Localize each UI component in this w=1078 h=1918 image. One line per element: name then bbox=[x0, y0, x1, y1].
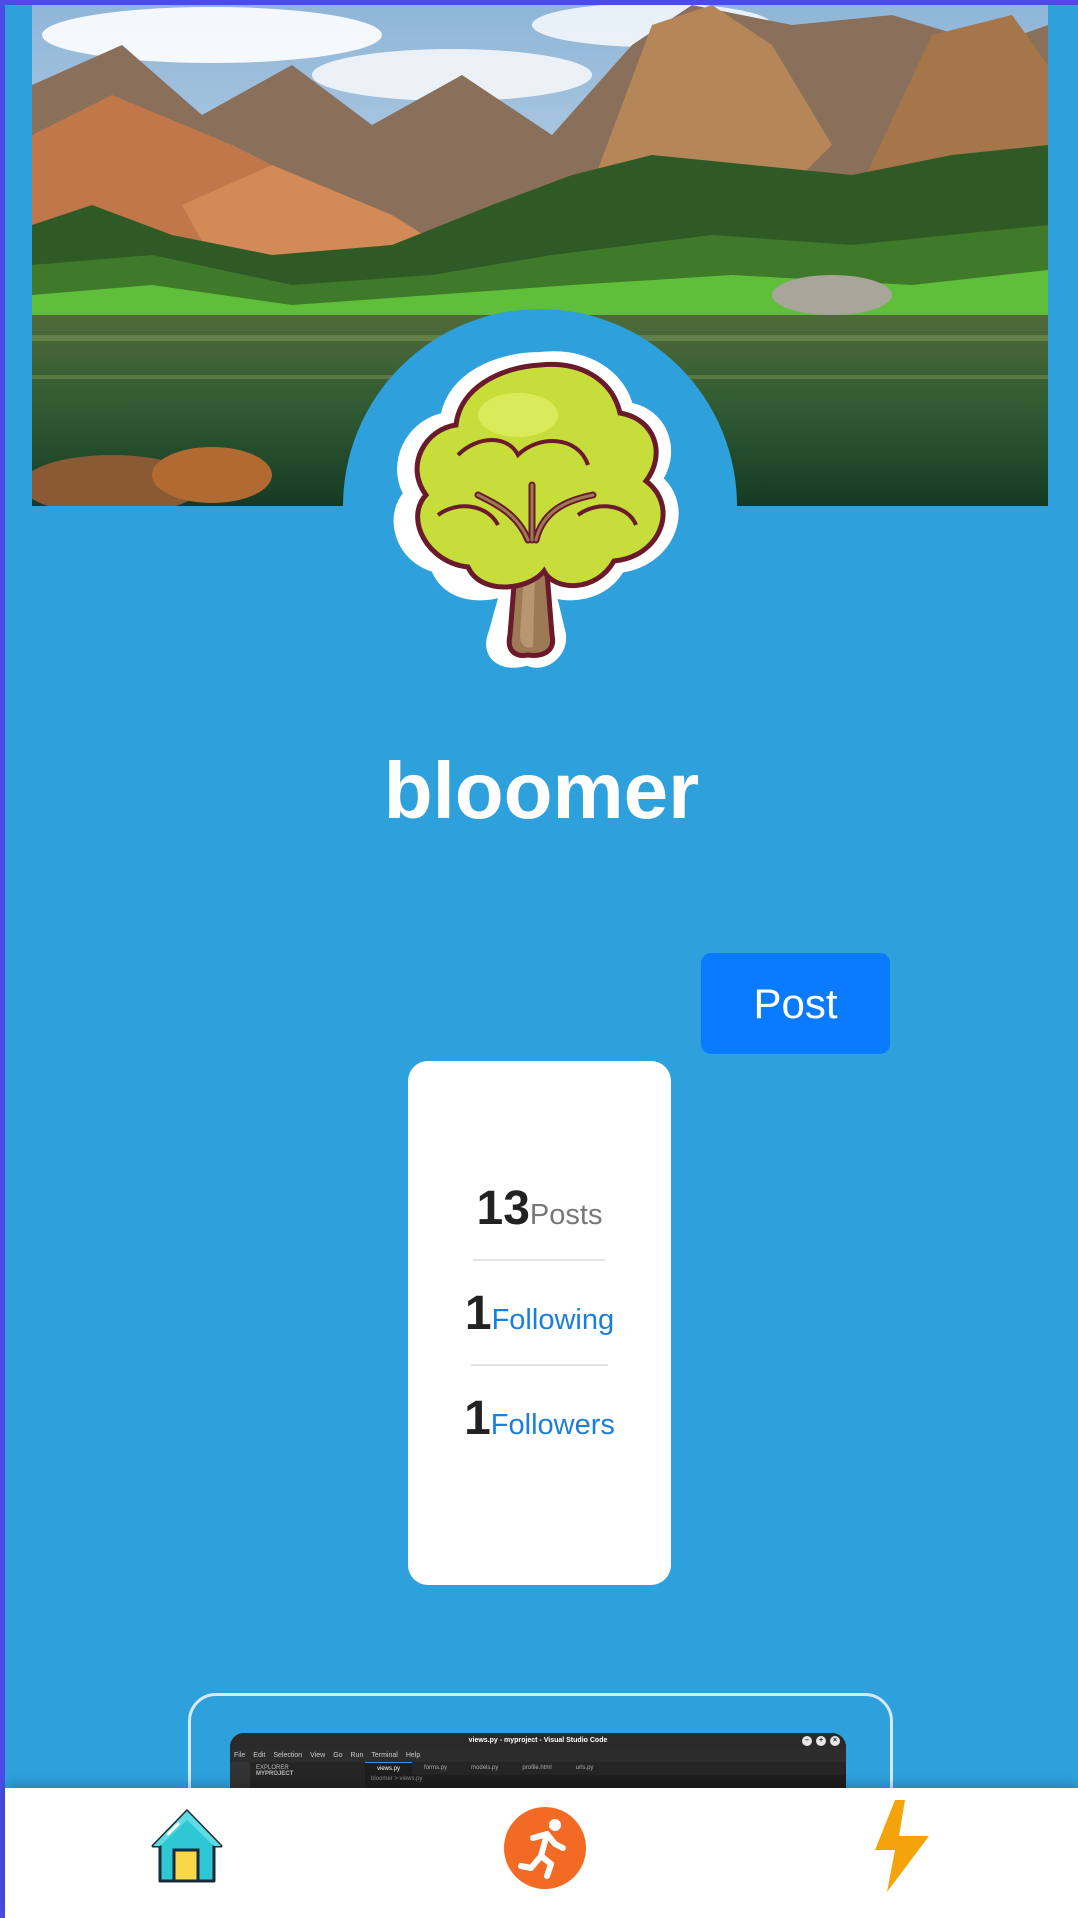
vscode-menu-item: Selection bbox=[273, 1752, 303, 1759]
posts-label: Posts bbox=[529, 1199, 603, 1231]
lightning-bolt-icon[interactable] bbox=[873, 1800, 931, 1892]
vscode-menubar: File Edit Selection View Go Run Terminal… bbox=[230, 1749, 846, 1762]
minimize-icon: – bbox=[802, 1736, 812, 1746]
vscode-menu-item: View bbox=[310, 1752, 326, 1759]
editor-tab: models.py bbox=[471, 1765, 499, 1771]
bottom-nav bbox=[5, 1788, 1078, 1918]
following-count: 1 bbox=[464, 1287, 492, 1340]
avatar[interactable] bbox=[368, 335, 712, 679]
vscode-titlebar: views.py - myproject - Visual Studio Cod… bbox=[230, 1733, 846, 1749]
editor-breadcrumb: bloomer > views.py bbox=[371, 1776, 423, 1782]
profile-username: bloomer bbox=[383, 746, 700, 835]
vscode-window-title: views.py - myproject - Visual Studio Cod… bbox=[468, 1737, 608, 1744]
stats-divider bbox=[473, 1259, 605, 1261]
maximize-icon: + bbox=[816, 1736, 826, 1746]
project-label: MYPROJECT bbox=[256, 1771, 294, 1777]
stat-following[interactable]: 1 Following bbox=[408, 1286, 671, 1341]
vscode-menu-item: File bbox=[234, 1752, 246, 1759]
editor-tab: forms.py bbox=[424, 1765, 448, 1771]
vscode-menu-item: Go bbox=[333, 1752, 343, 1759]
followers-link[interactable]: Followers bbox=[491, 1409, 615, 1442]
running-person-icon[interactable] bbox=[503, 1806, 587, 1890]
home-icon[interactable] bbox=[150, 1808, 224, 1884]
stats-card: 13 Posts 1 Following 1 Followers bbox=[408, 1061, 671, 1585]
close-icon: × bbox=[830, 1736, 840, 1746]
vscode-menu-item: Help bbox=[405, 1752, 421, 1759]
vscode-menu-item: Terminal bbox=[371, 1752, 398, 1759]
post-button[interactable]: Post bbox=[701, 953, 890, 1054]
stats-divider bbox=[471, 1364, 608, 1366]
stat-posts: 13 Posts bbox=[408, 1181, 671, 1236]
vscode-menu-item: Run bbox=[350, 1752, 364, 1759]
editor-tab: views.py bbox=[365, 1762, 413, 1775]
profile-page: bloomer Post 13 Posts 1 Following 1 Foll… bbox=[5, 5, 1078, 1918]
editor-tab: profile.html bbox=[522, 1765, 552, 1771]
posts-count: 13 bbox=[476, 1182, 530, 1235]
editor-tab: urls.py bbox=[575, 1765, 594, 1771]
following-link[interactable]: Following bbox=[492, 1304, 615, 1337]
vscode-menu-item: Edit bbox=[253, 1752, 266, 1759]
followers-count: 1 bbox=[464, 1392, 491, 1445]
stat-followers[interactable]: 1 Followers bbox=[408, 1391, 671, 1446]
